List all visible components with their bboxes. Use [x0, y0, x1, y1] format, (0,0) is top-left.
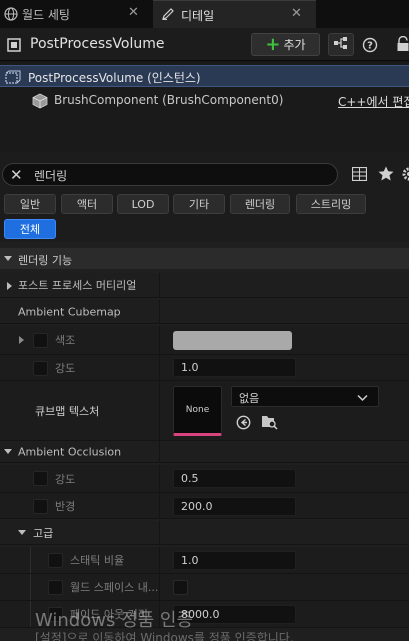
edit-in-cpp-link[interactable]: C++에서 편집 — [338, 93, 409, 110]
tab-label: 디테일 — [181, 9, 215, 23]
table-view-icon[interactable] — [351, 166, 368, 184]
row-label: 큐브맵 텍스처 — [35, 404, 100, 418]
filter-general[interactable]: 일반 — [4, 194, 56, 214]
tint-color-swatch[interactable] — [173, 331, 292, 350]
use-selected-icon[interactable] — [236, 415, 251, 433]
ao-radius-input[interactable]: 200.0 — [173, 497, 296, 516]
filter-lod[interactable]: LOD — [117, 194, 169, 214]
close-icon[interactable]: ✕ — [291, 6, 302, 21]
cubemap-intensity-row: 강도 1.0 — [0, 355, 409, 381]
search-value: 렌더링 — [34, 169, 68, 183]
override-checkbox[interactable] — [48, 580, 63, 595]
tree-row-label: BrushComponent (BrushComponent0) — [54, 93, 284, 107]
tab-details[interactable]: 디테일 ✕ — [153, 0, 316, 28]
cubemap-texture-row: 큐브맵 텍스처 None 없음 — [0, 381, 409, 441]
world-space-checkbox[interactable] — [173, 580, 188, 595]
pencil-icon — [161, 7, 175, 24]
override-checkbox[interactable] — [33, 471, 48, 486]
tab-world-settings[interactable]: 월드 세팅 ✕ — [0, 0, 150, 28]
filter-all[interactable]: 전체 — [4, 219, 56, 239]
override-checkbox[interactable] — [33, 499, 48, 514]
browse-asset-icon[interactable] — [261, 414, 278, 433]
thumbnail-label: None — [185, 405, 210, 415]
ao-intensity-input[interactable]: 0.5 — [173, 469, 296, 488]
blueprint-icon — [333, 36, 349, 53]
cubemap-tint-row: 색조 — [0, 326, 409, 355]
cube-icon — [6, 37, 22, 56]
row-label: 포스트 프로세스 머티리얼 — [18, 279, 137, 292]
texture-thumbnail[interactable]: None — [173, 386, 222, 436]
asset-picker-dropdown[interactable]: 없음 — [231, 386, 379, 407]
ao-radius-row: 반경 200.0 — [0, 493, 409, 519]
details-header: PostProcessVolume + 추가 ? — [0, 28, 409, 61]
row-label: 스태틱 비율 — [70, 554, 125, 567]
ambient-occlusion-group[interactable]: Ambient Occlusion — [0, 441, 409, 463]
ao-intensity-row: 강도 0.5 — [0, 465, 409, 493]
override-checkbox[interactable] — [48, 553, 63, 568]
tree-row-label: PostProcessVolume (인스턴스) — [28, 71, 201, 85]
brush-component-icon — [32, 93, 48, 112]
expand-arrow-icon — [7, 282, 12, 290]
chevron-down-icon — [357, 392, 368, 405]
globe-icon — [4, 7, 18, 24]
search-input[interactable]: ✕ 렌더링 — [2, 163, 338, 186]
component-tree: PostProcessVolume (인스턴스) BrushComponent … — [0, 62, 409, 152]
favorites-star-icon[interactable] — [378, 166, 394, 184]
world-space-row: 월드 스페이스 내... — [0, 574, 409, 601]
filter-misc[interactable]: 기타 — [173, 194, 225, 214]
clear-search-icon[interactable]: ✕ — [10, 166, 23, 184]
row-label: 강도 — [55, 361, 76, 375]
blueprint-button[interactable] — [328, 33, 354, 56]
static-fraction-input[interactable]: 1.0 — [173, 551, 296, 570]
tab-label: 월드 세팅 — [22, 8, 70, 22]
intensity-input[interactable]: 1.0 — [173, 358, 296, 377]
row-label: 강도 — [55, 472, 76, 486]
svg-text:?: ? — [367, 41, 373, 52]
tree-row-brush-component[interactable]: BrushComponent (BrushComponent0) C++에서 편… — [0, 90, 409, 112]
settings-gear-icon[interactable] — [401, 166, 409, 185]
static-fraction-row: 스태틱 비율 1.0 — [0, 547, 409, 574]
volume-icon — [5, 70, 21, 87]
filter-streaming[interactable]: 스트리밍 — [296, 194, 366, 214]
tab-bar: 월드 세팅 ✕ 디테일 ✕ — [0, 0, 409, 28]
search-area: ✕ 렌더링 일반 액터 LOD 기타 렌더링 스트리밍 전체 — [0, 152, 409, 242]
tree-row-root[interactable]: PostProcessVolume (인스턴스) — [0, 65, 409, 87]
section-rendering-features[interactable]: 렌더링 기능 — [0, 248, 409, 269]
details-panel: 렌더링 기능 포스트 프로세스 머티리얼 Ambient Cubemap 색조 … — [0, 242, 409, 641]
add-component-button[interactable]: + 추가 — [251, 33, 320, 56]
lock-icon[interactable] — [396, 35, 409, 55]
advanced-group[interactable]: 고급 — [0, 521, 409, 545]
collapse-arrow-icon — [4, 256, 12, 261]
override-checkbox[interactable] — [33, 333, 48, 348]
add-button-label: 추가 — [283, 38, 306, 52]
override-checkbox[interactable] — [33, 361, 48, 376]
row-label: 반경 — [55, 499, 76, 513]
filter-actor[interactable]: 액터 — [61, 194, 113, 214]
section-label: 렌더링 기능 — [18, 254, 73, 267]
page-title: PostProcessVolume — [30, 36, 165, 52]
filter-rendering[interactable]: 렌더링 — [230, 194, 290, 214]
ambient-cubemap-group[interactable]: Ambient Cubemap — [0, 300, 409, 324]
post-process-material-row[interactable]: 포스트 프로세스 머티리얼 — [0, 273, 409, 298]
row-label: 월드 스페이스 내... — [70, 581, 159, 594]
group-label: Ambient Occlusion — [18, 445, 122, 458]
activation-watermark-text: [설정]으로 이동하여 Windows를 정품 인증합니다. — [35, 631, 294, 641]
collapse-arrow-icon — [18, 530, 26, 535]
help-icon[interactable]: ? — [362, 37, 378, 56]
close-icon[interactable]: ✕ — [128, 5, 139, 20]
group-label: 고급 — [33, 526, 54, 540]
plus-icon: + — [265, 33, 281, 55]
expand-arrow-icon[interactable] — [19, 336, 24, 344]
group-label: Ambient Cubemap — [18, 305, 121, 318]
asset-value: 없음 — [239, 392, 260, 405]
row-label: 색조 — [55, 334, 76, 347]
collapse-arrow-icon — [4, 449, 12, 454]
